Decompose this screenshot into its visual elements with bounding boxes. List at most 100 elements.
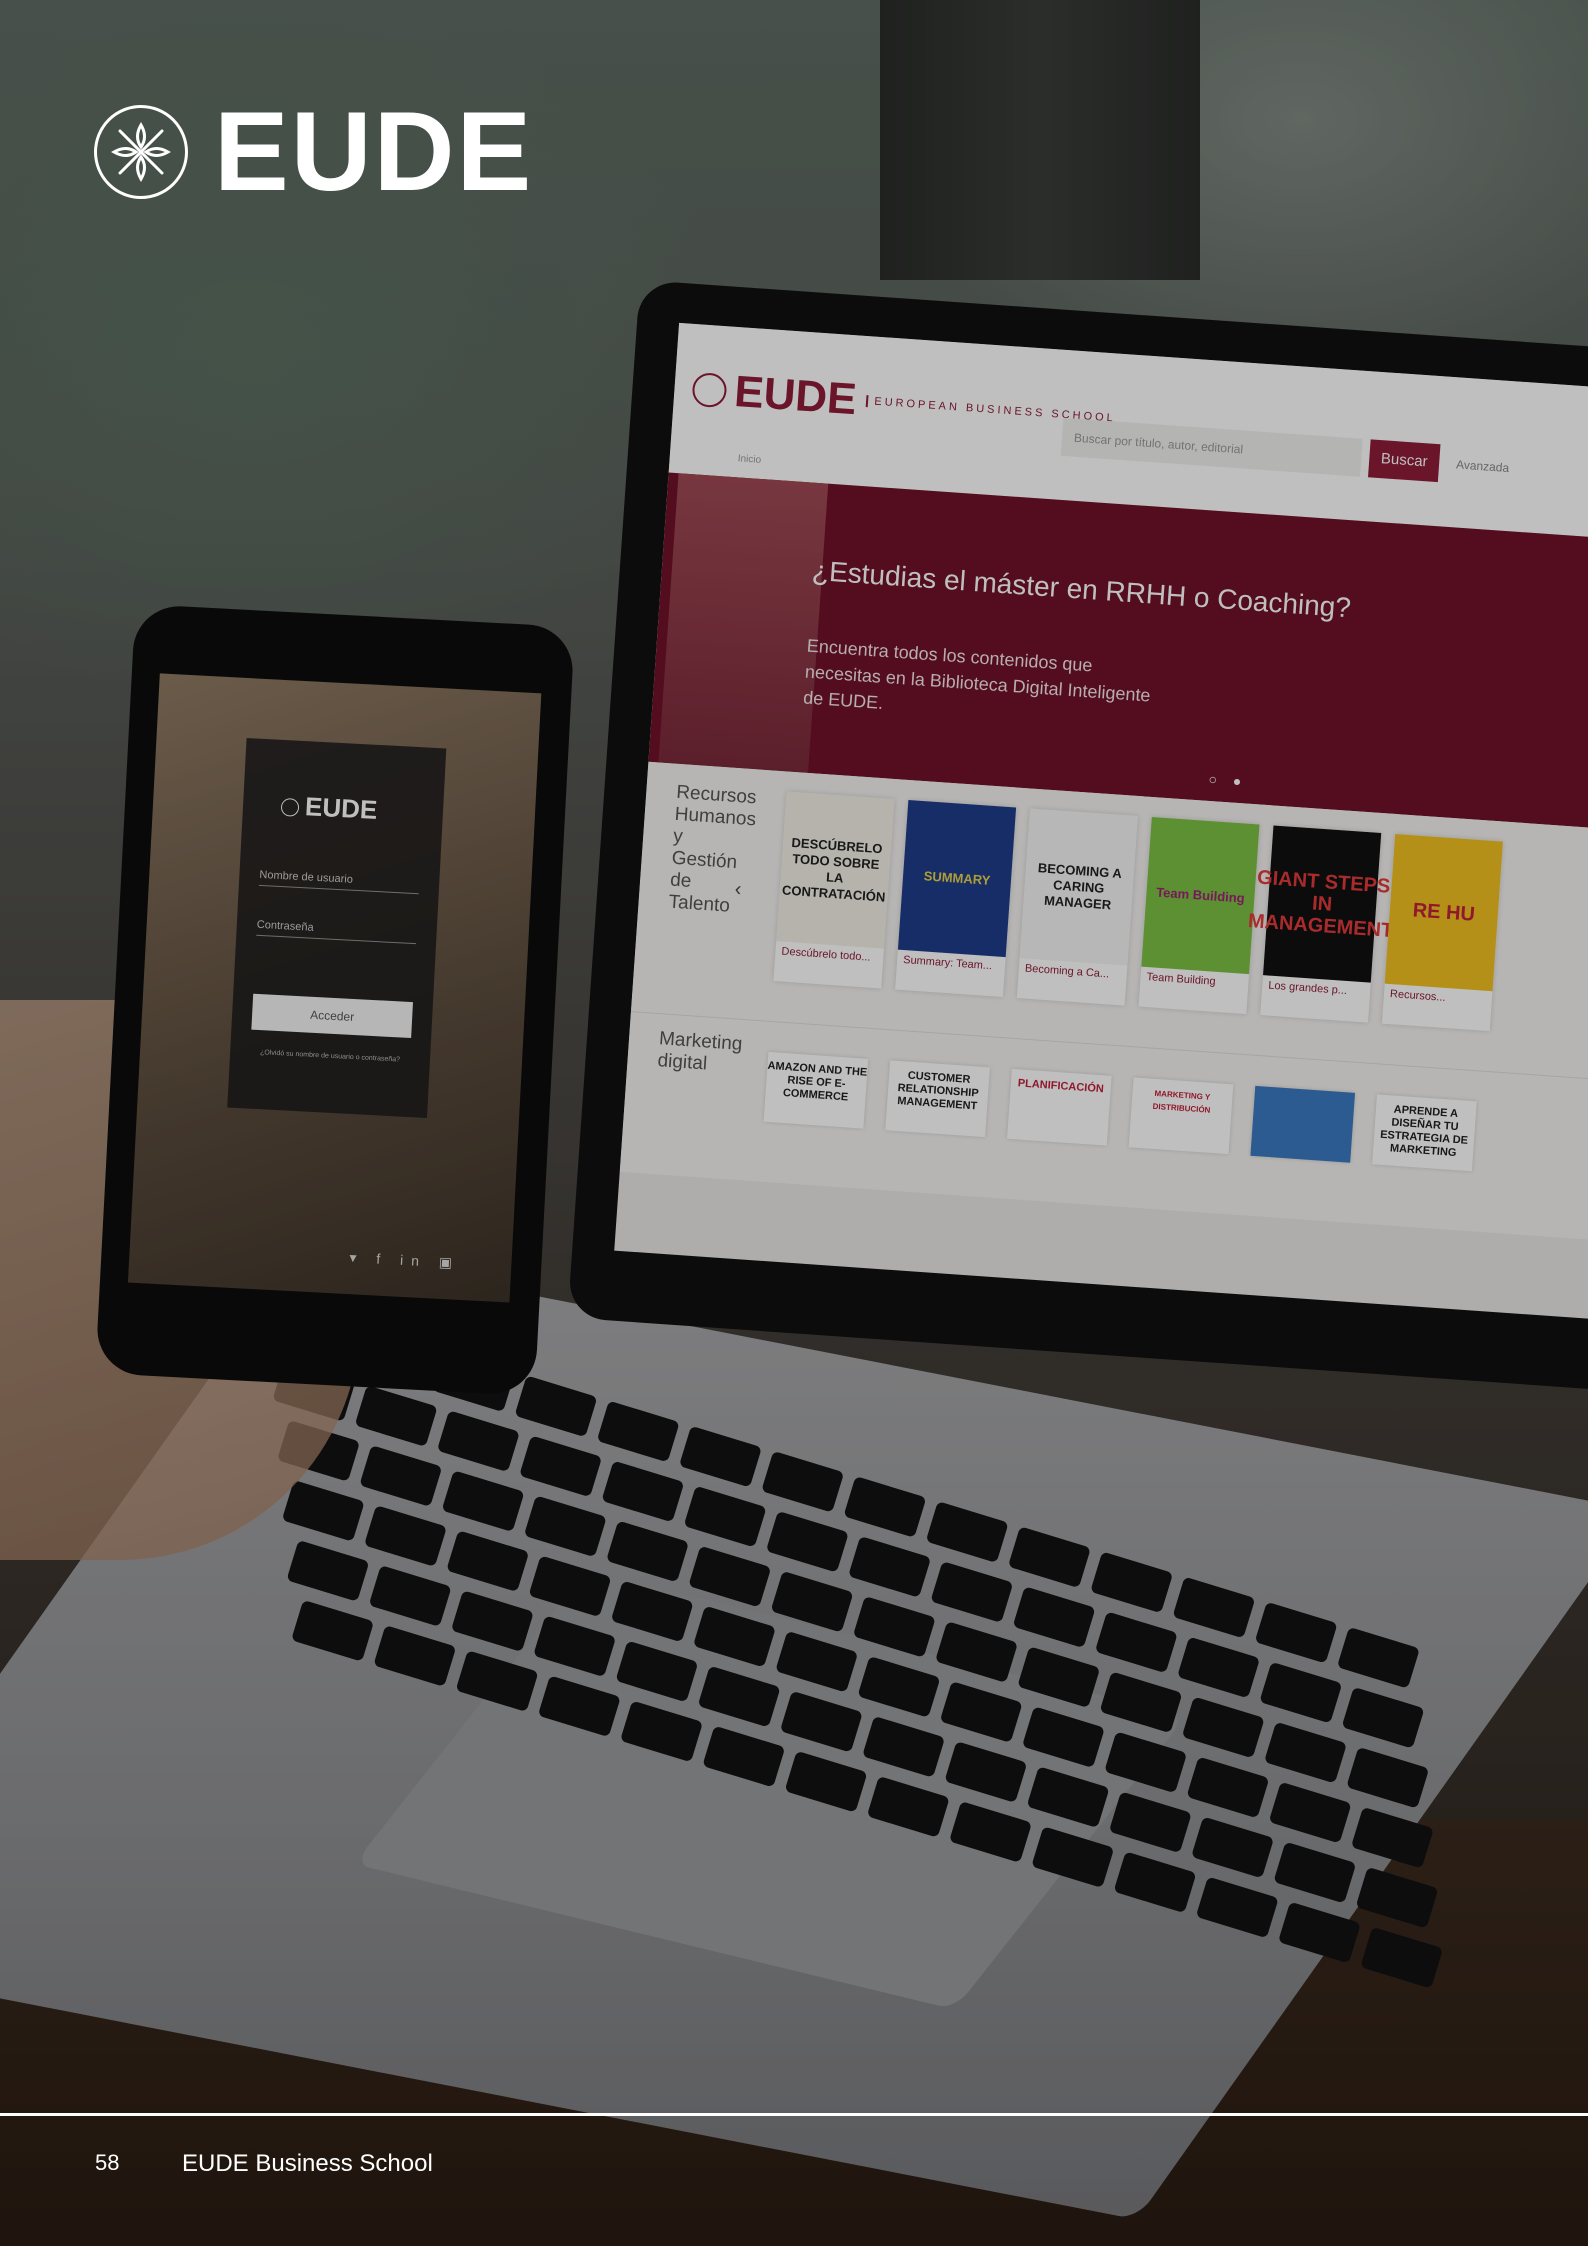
login-logo-text: EUDE bbox=[304, 791, 379, 825]
keyboard-key bbox=[1346, 1746, 1430, 1809]
book-card[interactable]: SUMMARY Summary: Team... bbox=[895, 799, 1017, 998]
keyboard-key bbox=[610, 1580, 694, 1643]
keyboard-key bbox=[537, 1675, 621, 1738]
breadcrumb[interactable]: Inicio bbox=[737, 453, 761, 466]
keyboard-key bbox=[359, 1445, 443, 1507]
keyboard-key bbox=[1360, 1926, 1444, 1989]
social-icons[interactable]: ▾ f in ▣ bbox=[349, 1249, 460, 1272]
book-card[interactable]: Team Building Team Building bbox=[1138, 817, 1260, 1015]
keyboard-key bbox=[683, 1485, 767, 1548]
keyboard-key bbox=[1191, 1816, 1275, 1879]
keyboard-key bbox=[1186, 1756, 1270, 1819]
book-card[interactable]: CUSTOMER RELATIONSHIP MANAGEMENT bbox=[885, 1060, 990, 1138]
keyboard-key bbox=[620, 1700, 704, 1763]
book-card[interactable] bbox=[1250, 1085, 1356, 1163]
book-card[interactable]: MARKETING Y DISTRIBUCIÓN bbox=[1128, 1077, 1234, 1155]
shelf-label: Marketing digital bbox=[656, 1028, 744, 1075]
keyboard-key bbox=[1177, 1636, 1261, 1699]
keyboard-key bbox=[775, 1630, 859, 1693]
book-cover: DESCÚBRELO TODO SOBRE LA CONTRATACIÓN bbox=[776, 791, 895, 949]
keyboard-key bbox=[533, 1615, 617, 1678]
keyboard-key bbox=[862, 1715, 946, 1778]
keyboard-key bbox=[523, 1495, 607, 1558]
login-button[interactable]: Acceder bbox=[251, 993, 413, 1039]
keyboard-key bbox=[455, 1650, 539, 1713]
shelf-label: Recursos Humanos y Gestión de Talento bbox=[667, 781, 758, 917]
keyboard-key bbox=[281, 1479, 365, 1542]
keyboard-key bbox=[1181, 1696, 1265, 1759]
book-cover: GIANT STEPS IN MANAGEMENT bbox=[1247, 825, 1394, 983]
keyboard-key bbox=[939, 1681, 1023, 1743]
book-cover: SUMMARY bbox=[897, 799, 1017, 958]
book-cover: RE HU bbox=[1384, 834, 1503, 992]
keyboard-key bbox=[1026, 1766, 1110, 1829]
keyboard-key bbox=[441, 1470, 525, 1533]
carousel-dots[interactable]: ○ ● bbox=[1208, 771, 1248, 790]
site-logo-name: EUDE bbox=[732, 366, 859, 425]
search-button[interactable]: Buscar bbox=[1368, 439, 1441, 483]
brand-logo: EUDE bbox=[94, 96, 533, 208]
brand-name: EUDE bbox=[214, 89, 534, 214]
keyboard-key bbox=[1017, 1646, 1101, 1709]
username-field[interactable]: Nombre de usuario bbox=[258, 868, 420, 895]
book-card[interactable]: AMAZON AND THE RISE OF E-COMMERCE bbox=[763, 1051, 869, 1129]
hero-title: ¿Estudias el máster en RRHH o Coaching? bbox=[811, 554, 1352, 624]
laptop-lid: EUDE EUROPEAN BUSINESS SCHOOL Buscar por… bbox=[567, 280, 1588, 1395]
book-card[interactable]: PLANIFICACIÓN bbox=[1006, 1068, 1112, 1146]
keyboard-key bbox=[784, 1750, 868, 1813]
keyboard-key bbox=[1113, 1851, 1197, 1914]
keyboard-key bbox=[1195, 1876, 1279, 1939]
forgot-password-link[interactable]: ¿Olvidó su nombre de usuario o contraseñ… bbox=[238, 1048, 422, 1065]
keyboard-key bbox=[519, 1435, 603, 1498]
keyboard-key bbox=[354, 1385, 438, 1447]
smartphone: EUDE Nombre de usuario Contraseña Accede… bbox=[95, 604, 575, 1396]
keyboard-key bbox=[1104, 1731, 1188, 1794]
book-cover: BECOMING A CARING MANAGER bbox=[1019, 808, 1138, 966]
login-card: EUDE Nombre de usuario Contraseña Accede… bbox=[227, 738, 447, 1118]
eude-emblem-icon bbox=[280, 798, 300, 817]
advanced-search-link[interactable]: Avanzada bbox=[1456, 457, 1510, 475]
password-field[interactable]: Contraseña bbox=[256, 918, 417, 945]
keyboard-key bbox=[1277, 1901, 1362, 1964]
eude-emblem-icon bbox=[691, 371, 728, 409]
keyboard-key bbox=[615, 1640, 699, 1703]
keyboard-key bbox=[368, 1565, 452, 1627]
keyboard-key bbox=[852, 1595, 936, 1658]
keyboard-key bbox=[528, 1555, 612, 1618]
keyboard-key bbox=[1099, 1671, 1183, 1734]
search-input[interactable]: Buscar por título, autor, editorial bbox=[1060, 417, 1363, 477]
keyboard-key bbox=[601, 1460, 685, 1523]
keyboard-key bbox=[1259, 1661, 1343, 1724]
login-logo: EUDE bbox=[280, 790, 378, 826]
keyboard-key bbox=[373, 1625, 457, 1687]
laptop-screen: EUDE EUROPEAN BUSINESS SCHOOL Buscar por… bbox=[614, 322, 1588, 1322]
keyboard-key bbox=[1273, 1841, 1357, 1904]
keyboard-key bbox=[765, 1510, 849, 1573]
hero-subtitle: Encuentra todos los contenidos que neces… bbox=[802, 635, 1152, 713]
keyboard-key bbox=[446, 1530, 530, 1593]
footer-title: EUDE Business School bbox=[182, 2150, 433, 2177]
book-card[interactable]: GIANT STEPS IN MANAGEMENT Los grandes p.… bbox=[1247, 825, 1394, 1023]
book-cover: Team Building bbox=[1141, 817, 1260, 975]
hero-person-image bbox=[658, 473, 829, 773]
keyboard-key bbox=[770, 1570, 854, 1633]
keyboard-key bbox=[1268, 1781, 1352, 1844]
keyboard-key bbox=[291, 1599, 375, 1662]
keyboard-key bbox=[286, 1539, 370, 1602]
book-card[interactable]: APRENDE A DISEÑAR TU ESTRATEGIA DE MARKE… bbox=[1372, 1094, 1477, 1172]
keyboard-key bbox=[1021, 1706, 1105, 1769]
keyboard-key bbox=[948, 1801, 1033, 1863]
book-card[interactable]: RE HU Recursos... bbox=[1381, 834, 1503, 1032]
keyboard-key bbox=[606, 1520, 690, 1583]
keyboard-key bbox=[857, 1655, 941, 1718]
keyboard-key bbox=[1094, 1611, 1178, 1674]
background-photo: EUDE EUROPEAN BUSINESS SCHOOL Buscar por… bbox=[0, 0, 1588, 2246]
phone-screen: EUDE Nombre de usuario Contraseña Accede… bbox=[127, 673, 542, 1303]
keyboard-key bbox=[934, 1621, 1019, 1683]
site-logo[interactable]: EUDE EUROPEAN BUSINESS SCHOOL bbox=[691, 364, 1118, 443]
page-number: 58 bbox=[95, 2150, 120, 2175]
keyboard-key bbox=[692, 1605, 776, 1668]
keyboard-key bbox=[779, 1690, 863, 1753]
book-card[interactable]: BECOMING A CARING MANAGER Becoming a Ca.… bbox=[1016, 808, 1138, 1006]
book-card[interactable]: DESCÚBRELO TODO SOBRE LA CONTRATACIÓN De… bbox=[773, 791, 895, 989]
